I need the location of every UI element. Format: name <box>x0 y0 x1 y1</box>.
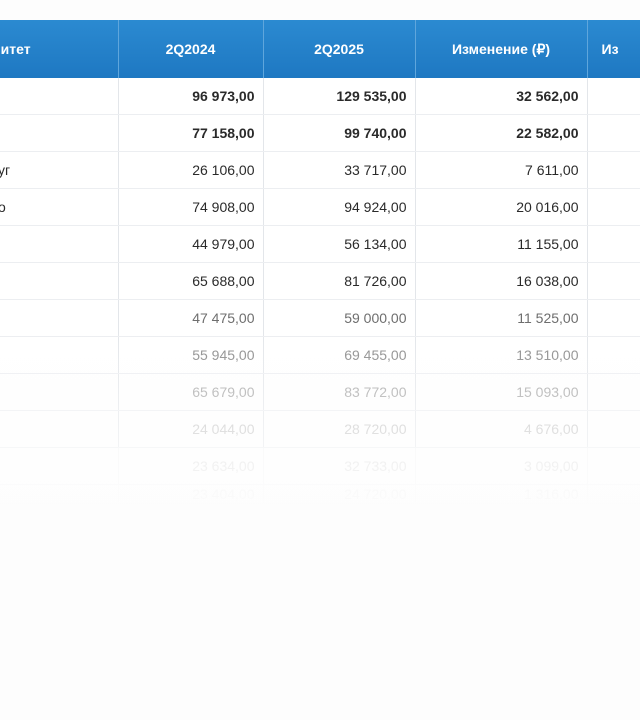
value-change-rub: 3 099,00 <box>415 447 588 485</box>
value-change-rub: 32 562,00 <box>415 78 588 115</box>
comparison-table: алитет 2Q2024 2Q2025 Изменение (₽) Из 96… <box>0 20 640 504</box>
table-container: алитет 2Q2024 2Q2025 Изменение (₽) Из 96… <box>0 20 640 504</box>
value-2q2025: 129 535,00 <box>263 78 416 115</box>
report-canvas: алитет 2Q2024 2Q2025 Изменение (₽) Из 96… <box>0 0 640 720</box>
value-change-rub: 1 316,00 <box>415 484 588 504</box>
row-label <box>0 225 119 263</box>
row-label: о <box>0 188 119 226</box>
row-label <box>0 447 119 485</box>
value-change-rub: 22 582,00 <box>415 114 588 152</box>
value-change-rub: 13 510,00 <box>415 336 588 374</box>
value-change-rub: 16 038,00 <box>415 262 588 300</box>
value-change-percent <box>587 299 640 337</box>
value-change-percent <box>587 78 640 115</box>
row-label <box>0 299 119 337</box>
value-2q2024: 74 908,00 <box>118 188 264 226</box>
value-change-percent <box>587 151 640 189</box>
row-label <box>0 262 119 300</box>
value-change-percent <box>587 114 640 152</box>
value-change-rub: 15 093,00 <box>415 373 588 411</box>
value-2q2024: 96 973,00 <box>118 78 264 115</box>
value-2q2025: 56 134,00 <box>263 225 416 263</box>
table-row: 55 945,00 69 455,00 13 510,00 <box>0 336 640 374</box>
row-label <box>0 336 119 374</box>
value-change-percent <box>587 447 640 485</box>
value-2q2025: 24 720,00 <box>263 484 416 504</box>
value-2q2025: 81 726,00 <box>263 262 416 300</box>
value-change-rub: 4 676,00 <box>415 410 588 448</box>
row-label <box>0 114 119 152</box>
value-2q2024: 55 945,00 <box>118 336 264 374</box>
table-body: 96 973,00 129 535,00 32 562,00 77 158,00 99 … <box>0 78 640 504</box>
table-row: 65 688,00 81 726,00 16 038,00 <box>0 262 640 300</box>
value-2q2025: 69 455,00 <box>263 336 416 374</box>
header-row: алитет 2Q2024 2Q2025 Изменение (₽) Из <box>0 20 640 78</box>
value-2q2025: 83 772,00 <box>263 373 416 411</box>
value-change-rub: 11 155,00 <box>415 225 588 263</box>
table-row: 47 475,00 59 000,00 11 525,00 <box>0 299 640 337</box>
table-row: о74 908,0094 924,0020 016,00 <box>0 188 640 226</box>
value-change-percent <box>587 373 640 411</box>
value-2q2025: 28 720,00 <box>263 410 416 448</box>
table-row: 23 634,00 32 733,00 3 099,00 <box>0 447 640 485</box>
header-change-percent: Из <box>587 20 640 78</box>
row-label: уг <box>0 151 119 189</box>
value-2q2024: 65 679,00 <box>118 373 264 411</box>
table-row: уг26 106,0033 717,007 611,00 <box>0 151 640 189</box>
value-2q2025: 32 733,00 <box>263 447 416 485</box>
table-row: 44 979,00 56 134,00 11 155,00 <box>0 225 640 263</box>
table-row: 65 679,00 83 772,00 15 093,00 <box>0 373 640 411</box>
table-row: 77 158,00 99 740,00 22 582,00 <box>0 114 640 152</box>
row-label <box>0 410 119 448</box>
value-2q2025: 94 924,00 <box>263 188 416 226</box>
header-change-rub: Изменение (₽) <box>415 20 588 78</box>
value-change-percent <box>587 484 640 504</box>
value-change-rub: 7 611,00 <box>415 151 588 189</box>
value-change-rub: 20 016,00 <box>415 188 588 226</box>
header-2q2025: 2Q2025 <box>263 20 416 78</box>
value-2q2024: 77 158,00 <box>118 114 264 152</box>
value-change-percent <box>587 336 640 374</box>
table-row: 24 044,00 28 720,00 4 676,00 <box>0 410 640 448</box>
value-change-percent <box>587 225 640 263</box>
value-change-percent <box>587 410 640 448</box>
value-2q2024: 23 404,00 <box>118 484 264 504</box>
value-change-percent <box>587 188 640 226</box>
value-change-percent <box>587 262 640 300</box>
value-2q2024: 47 475,00 <box>118 299 264 337</box>
value-2q2024: 44 979,00 <box>118 225 264 263</box>
value-2q2025: 99 740,00 <box>263 114 416 152</box>
table-row: 96 973,00 129 535,00 32 562,00 <box>0 78 640 115</box>
table-row: 23 404,00 24 720,00 1 316,00 <box>0 484 640 504</box>
value-2q2024: 26 106,00 <box>118 151 264 189</box>
value-change-rub: 11 525,00 <box>415 299 588 337</box>
row-label <box>0 373 119 411</box>
table-header: алитет 2Q2024 2Q2025 Изменение (₽) Из <box>0 20 640 78</box>
header-2q2024: 2Q2024 <box>118 20 264 78</box>
value-2q2024: 65 688,00 <box>118 262 264 300</box>
value-2q2024: 23 634,00 <box>118 447 264 485</box>
row-label <box>0 78 119 115</box>
row-label <box>0 484 119 504</box>
header-category: алитет <box>0 20 119 78</box>
value-2q2025: 33 717,00 <box>263 151 416 189</box>
value-2q2024: 24 044,00 <box>118 410 264 448</box>
value-2q2025: 59 000,00 <box>263 299 416 337</box>
